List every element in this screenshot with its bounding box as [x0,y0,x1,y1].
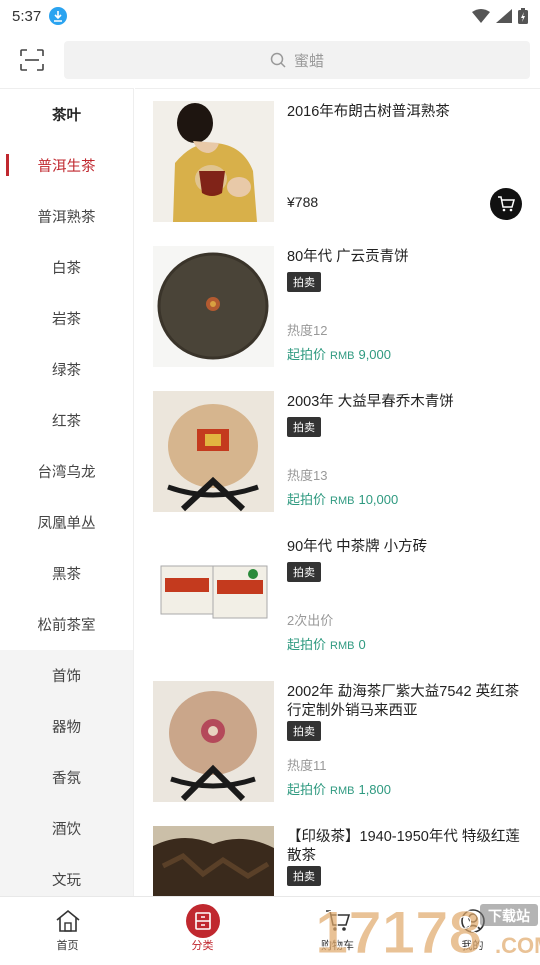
sidebar-item-drinks[interactable]: 酒饮 [0,803,133,854]
sidebar-item-songqian-tearoom[interactable]: 松前茶室 [0,599,133,650]
status-bar: 5:37 [0,0,540,32]
starting-price-label: 起拍价 [287,637,327,652]
svg-text:17178: 17178 [315,899,482,960]
product-image [153,246,274,367]
sidebar-heading: 茶叶 [52,108,81,124]
product-image [153,826,274,896]
sidebar-item-collectibles[interactable]: 文玩 [0,854,133,896]
starting-price-value: 0 [358,637,366,652]
auction-badge: 拍卖 [287,272,321,292]
sidebar-item-jewelry[interactable]: 首饰 [0,650,133,701]
auction-badge: 拍卖 [287,562,321,582]
product-title: 2016年布朗古树普洱熟茶 [287,104,450,120]
starting-price-value: 10,000 [358,492,399,507]
starting-price: 起拍价 RMB 1,800 [287,779,391,798]
product-item[interactable]: 【印级茶】1940-1950年代 特级红莲散茶 拍卖 [135,814,540,896]
sidebar-item-puer-raw[interactable]: 普洱生茶 [0,140,133,191]
product-item[interactable]: 2002年 勐海茶厂紫大益7542 英红茶行定制外销马来西亚 拍卖 热度11 起… [135,669,540,814]
product-item[interactable]: 2003年 大益早春乔木青饼 拍卖 热度13 起拍价 RMB 10,000 [135,379,540,524]
search-row: 蜜蜡 [0,32,540,88]
svg-text:.COM: .COM [495,933,540,958]
search-placeholder: 蜜蜡 [293,52,324,70]
product-title: 90年代 中茶牌 小方砖 [287,539,428,555]
cart-icon [498,196,515,212]
starting-price: 起拍价 RMB 9,000 [287,344,391,363]
auction-badge: 拍卖 [287,417,321,437]
product-image [153,681,274,802]
home-icon [55,909,80,932]
auction-badge: 拍卖 [287,721,321,741]
signal-icon [496,9,512,23]
product-title: 2002年 勐海茶厂紫大益7542 英红茶行定制外销马来西亚 [287,684,520,719]
product-title: 80年代 广云贡青饼 [287,249,409,265]
sidebar-item-wares[interactable]: 器物 [0,701,133,752]
product-heat: 热度11 [287,758,327,773]
product-price: ¥788 [287,194,319,210]
starting-price-value: 1,800 [358,782,392,797]
product-image [153,536,274,657]
status-time: 5:37 [12,7,42,25]
starting-price-label: 起拍价 [287,347,327,362]
sidebar-item-puer-ripe[interactable]: 普洱熟茶 [0,191,133,242]
site-watermark: 17178 下载站 .COM [315,898,540,965]
wifi-icon [472,9,490,23]
search-icon [270,52,286,68]
product-image [153,391,274,512]
product-title: 2003年 大益早春乔木青饼 [287,394,454,410]
starting-price-value: 9,000 [358,347,392,362]
sidebar-item-black-tea[interactable]: 红茶 [0,395,133,446]
product-list: 2016年布朗古树普洱熟茶 ¥788 80年代 广云贡青饼 拍卖 热度12 起拍… [135,88,540,896]
sidebar-item-white-tea[interactable]: 白茶 [0,242,133,293]
search-input[interactable]: 蜜蜡 [64,41,530,79]
currency-label: RMB [330,350,355,362]
sidebar-item-dark-tea[interactable]: 黑茶 [0,548,133,599]
sidebar-item-fenghuang-dancong[interactable]: 凤凰单丛 [0,497,133,548]
sidebar-item-green-tea[interactable]: 绿茶 [0,344,133,395]
download-notification-icon [49,7,68,25]
tab-category[interactable]: 分类 [135,897,270,960]
tab-home-label: 首页 [56,939,79,952]
starting-price-label: 起拍价 [287,492,327,507]
starting-price-label: 起拍价 [287,782,327,797]
sidebar-item-rock-tea[interactable]: 岩茶 [0,293,133,344]
product-item[interactable]: 80年代 广云贡青饼 拍卖 热度12 起拍价 RMB 9,000 [135,234,540,379]
scan-button[interactable] [0,32,64,88]
svg-text:下载站: 下载站 [488,908,530,925]
sidebar-item-taiwan-oolong[interactable]: 台湾乌龙 [0,446,133,497]
currency-label: RMB [330,640,355,652]
add-to-cart-button[interactable] [490,188,522,220]
currency-label: RMB [330,495,355,507]
product-heat: 热度13 [287,468,328,483]
tab-home[interactable]: 首页 [0,897,135,960]
product-image [153,101,274,222]
sidebar-item-fragrance[interactable]: 香氛 [0,752,133,803]
product-heat: 热度12 [287,323,328,338]
tab-category-label: 分类 [191,939,214,952]
product-bid-count: 2次出价 [287,613,334,628]
currency-label: RMB [330,785,355,797]
category-icon [185,903,220,938]
product-item[interactable]: 2016年布朗古树普洱熟茶 ¥788 [135,89,540,234]
product-title: 【印级茶】1940-1950年代 特级红莲散茶 [287,829,520,864]
category-sidebar: 茶叶 普洱生茶 普洱熟茶 白茶 岩茶 绿茶 红茶 台湾乌龙 凤凰单丛 黑茶 松前… [0,88,134,896]
auction-badge: 拍卖 [287,866,321,886]
scan-icon [20,49,44,71]
starting-price: 起拍价 RMB 10,000 [287,489,398,508]
battery-icon [518,8,528,24]
starting-price: 起拍价 RMB 0 [287,634,366,653]
product-item[interactable]: 90年代 中茶牌 小方砖 拍卖 2次出价 起拍价 RMB 0 [135,524,540,669]
